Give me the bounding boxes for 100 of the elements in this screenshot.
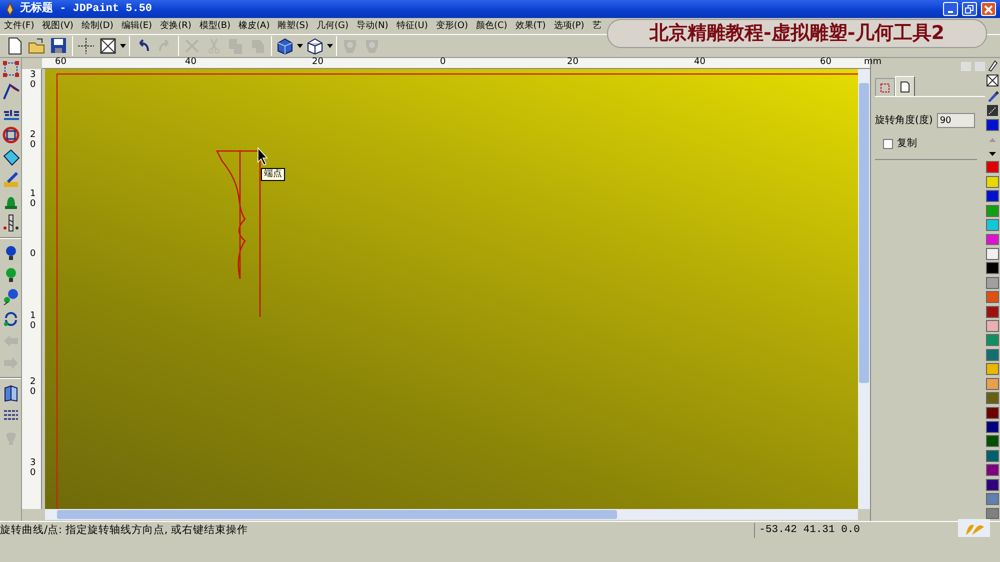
restore-icon: [965, 4, 974, 14]
wireframe-cube-icon: [305, 36, 325, 56]
menu-item[interactable]: 效果(T): [511, 18, 550, 34]
color-swatch[interactable]: [986, 204, 999, 217]
brush-icon: [2, 170, 20, 188]
menu-item[interactable]: 变形(O): [432, 18, 472, 34]
milling-tool-icon: [2, 214, 20, 232]
color-swatch[interactable]: [986, 320, 999, 332]
color-swatch[interactable]: [986, 363, 999, 376]
crossed-box-icon: [986, 74, 999, 87]
copy-label: 复制: [897, 136, 917, 151]
book-icon: [2, 384, 20, 402]
status-message: 旋转曲线/点: 指定旋转轴线方向点, 或右键结束操作: [0, 522, 248, 538]
save-icon: [49, 36, 69, 56]
color-swatch[interactable]: [986, 219, 999, 232]
palette-tool[interactable]: [985, 88, 1000, 103]
bulbs-icon: [2, 288, 20, 306]
color-swatch[interactable]: [986, 421, 999, 433]
caret-icon: [297, 44, 303, 48]
color-swatch[interactable]: [986, 493, 999, 506]
menu-item[interactable]: 变换(R): [156, 18, 196, 34]
caret-icon: [120, 44, 126, 48]
menu-item[interactable]: 艺: [588, 18, 606, 34]
status-coordinates: -53.42 41.31 0.0: [754, 522, 860, 538]
crossed-box-icon: [98, 36, 118, 56]
minimize-button[interactable]: [943, 2, 958, 16]
menu-item[interactable]: 选项(P): [550, 18, 588, 34]
vertical-scrollbar[interactable]: [858, 69, 870, 509]
menu-item[interactable]: 颜色(C): [472, 18, 512, 34]
angle-line-icon: [2, 82, 20, 100]
cube-icon: [275, 36, 295, 56]
angle-label: 旋转角度(度): [875, 114, 933, 128]
caption-banner: 北京精雕教程-虚拟雕塑-几何工具2: [607, 19, 987, 48]
ruler-label: 0: [30, 250, 37, 260]
page-icon: [899, 80, 911, 92]
polygon-icon: [2, 148, 20, 166]
copy-checkbox[interactable]: [883, 138, 893, 148]
caret-icon: [327, 44, 333, 48]
color-swatch[interactable]: [986, 406, 999, 419]
tool-button[interactable]: [0, 125, 20, 145]
tooltip: 端点: [261, 168, 285, 181]
pencil-icon: [986, 58, 999, 72]
menu-item[interactable]: 视图(V): [38, 18, 78, 34]
menu-item[interactable]: 文件(F): [0, 18, 38, 34]
menu-item[interactable]: 导动(N): [352, 18, 392, 34]
color-swatch[interactable]: [986, 450, 999, 462]
color-swatch[interactable]: [986, 464, 999, 476]
color-swatch[interactable]: [986, 234, 999, 246]
ruler-label: 20: [312, 57, 324, 68]
menu-item[interactable]: 模型(B): [195, 18, 235, 34]
ruler-label: 20: [30, 131, 37, 151]
node-box-icon: [879, 82, 891, 94]
tool-button[interactable]: [0, 213, 20, 233]
app-icon: [4, 2, 16, 16]
ruler-label: 0: [440, 57, 446, 68]
palette-tool[interactable]: [985, 103, 1000, 118]
ruler-label: 30: [30, 71, 37, 91]
cycle-arrows-icon: [2, 310, 20, 328]
color-swatch[interactable]: [986, 262, 999, 274]
menu-item[interactable]: 几何(G): [312, 18, 352, 34]
tool-button[interactable]: [0, 147, 20, 167]
color-swatch[interactable]: [986, 190, 999, 202]
ring-icon: [2, 126, 20, 144]
color-swatch[interactable]: [986, 276, 999, 289]
color-swatch[interactable]: [986, 306, 999, 318]
close-icon: [984, 4, 993, 14]
color-swatch[interactable]: [986, 508, 999, 520]
horizontal-scrollbar[interactable]: [45, 509, 858, 520]
restore-button[interactable]: [962, 2, 977, 16]
ruler-label: 20: [567, 57, 578, 68]
color-swatch[interactable]: [986, 248, 999, 260]
angle-field[interactable]: 90: [936, 113, 975, 128]
color-swatch[interactable]: [986, 392, 999, 404]
menu-item[interactable]: 雕塑(S): [274, 18, 312, 34]
tool-button[interactable]: [0, 59, 20, 79]
menu-item[interactable]: 绘制(D): [77, 18, 118, 34]
cursor-icon: [258, 146, 268, 166]
drawing-canvas[interactable]: 端点: [45, 69, 858, 509]
color-swatch[interactable]: [986, 348, 999, 361]
color-swatch[interactable]: [986, 478, 999, 491]
menu-item[interactable]: 编辑(E): [117, 18, 156, 34]
close-button[interactable]: [981, 2, 996, 16]
palette-tool[interactable]: [985, 73, 1000, 88]
color-swatch[interactable]: [986, 291, 999, 304]
ruler-label: 60: [55, 57, 66, 68]
tool-button[interactable]: [0, 81, 20, 101]
color-swatch[interactable]: [986, 435, 999, 448]
toolbar-button[interactable]: [75, 35, 97, 57]
curve-drawing[interactable]: [216, 150, 261, 318]
crosshair-icon: [76, 36, 96, 56]
ruler-label: 30: [30, 459, 37, 479]
menu-item[interactable]: 特征(U): [392, 18, 432, 34]
color-swatch[interactable]: [986, 161, 999, 174]
color-swatch[interactable]: [986, 176, 999, 188]
selection-box-icon: [2, 60, 20, 78]
color-swatch[interactable]: [986, 334, 999, 346]
right-arrow-icon: [2, 354, 20, 372]
menu-item[interactable]: 橡皮(A): [234, 18, 274, 34]
ruler-label: 20: [30, 378, 37, 398]
color-swatch[interactable]: [986, 378, 999, 390]
